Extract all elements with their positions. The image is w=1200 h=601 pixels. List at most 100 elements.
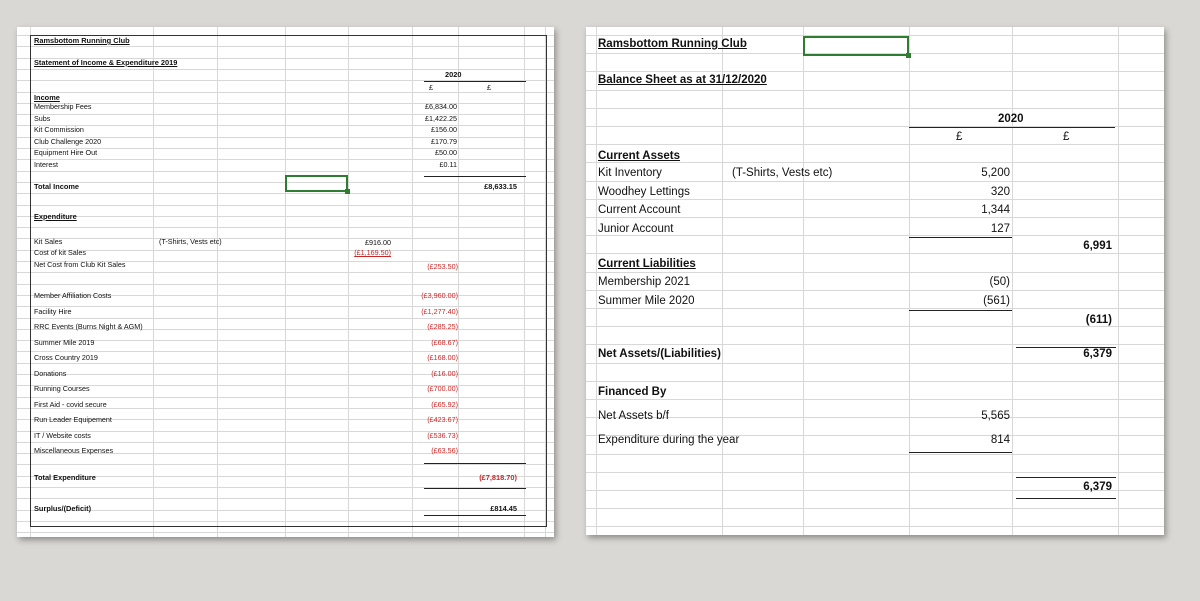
final-bottom-rule — [1016, 498, 1116, 499]
expense-row-label: First Aid - covid secure — [34, 399, 107, 409]
asset-row-label: Kit Inventory — [598, 167, 662, 179]
grid-row-line — [17, 227, 554, 228]
grid-row-line — [17, 284, 554, 285]
liability-row-label: Summer Mile 2020 — [598, 294, 695, 307]
expenditure-heading: Expenditure — [34, 212, 77, 221]
income-row-label: Membership Fees — [34, 102, 92, 111]
income-total-rule — [424, 176, 526, 177]
expense-row-value: (£63.56) — [431, 446, 458, 455]
grid-row-line — [17, 318, 554, 319]
grid-row-line — [17, 374, 554, 375]
financed-by-heading: Financed By — [598, 386, 667, 398]
grid-row-line — [17, 340, 554, 341]
grid-row-line — [17, 216, 554, 217]
grid-row-line — [17, 397, 554, 398]
current-assets-total: 6,991 — [1083, 240, 1112, 252]
grid-row-line — [17, 351, 554, 352]
selected-cell[interactable] — [803, 36, 911, 58]
year-underline — [909, 127, 1115, 128]
expense-row-label: Donations — [34, 368, 67, 378]
grid-row-line — [17, 431, 554, 432]
surplus-label: Surplus/(Deficit) — [34, 504, 92, 513]
grid-row-line — [17, 193, 554, 194]
grid-row-line — [586, 235, 1164, 236]
grid-row-line — [586, 108, 1164, 109]
grid-row-line — [586, 381, 1164, 382]
income-row-label: Interest — [34, 159, 58, 169]
grid-row-line — [17, 205, 554, 206]
total-income-value: £8,633.15 — [484, 182, 517, 191]
income-row-value: £0.11 — [439, 159, 457, 169]
income-row-label: Subs — [34, 113, 51, 123]
expense-row-value: (£16.00) — [431, 368, 458, 378]
year-underline — [424, 81, 526, 82]
grid-row-line — [586, 399, 1164, 400]
grid-row-line — [586, 253, 1164, 254]
financed-subtotal-rule — [909, 452, 1012, 453]
grid-row-line — [17, 521, 554, 522]
expense-row-label: Run Leader Equipement — [34, 415, 112, 424]
grid-row-line — [586, 417, 1164, 418]
grid-row-line — [586, 472, 1164, 473]
grid-row-line — [17, 148, 554, 149]
cost-of-kit-value: (£1,169.50) — [354, 248, 391, 257]
statement-title: Statement of Income & Expenditure 2019 — [34, 58, 178, 67]
expense-row-label: Miscellaneous Expenses — [34, 446, 114, 455]
cost-of-kit-label: Cost of kit Sales — [34, 248, 86, 257]
expense-row-value: (£536.73) — [427, 430, 458, 440]
grid-column-line — [596, 27, 597, 535]
grid-row-line — [586, 454, 1164, 455]
expense-row-value: (£285.25) — [427, 322, 458, 331]
surplus-value: £814.45 — [490, 504, 517, 513]
grid-row-line — [17, 363, 554, 364]
expense-row-value: (£68.67) — [431, 337, 458, 347]
expense-row-label: Facility Hire — [34, 306, 72, 316]
surplus-underline — [424, 515, 526, 516]
expenditure-total-rule — [424, 463, 526, 464]
grid-row-line — [17, 532, 554, 533]
grid-row-line — [586, 272, 1164, 273]
kit-sales-note: (T-Shirts, Vests etc) — [159, 237, 222, 246]
total-expenditure-value: (£7,818.70) — [479, 473, 517, 482]
asset-row-value: 1,344 — [981, 204, 1010, 216]
asset-row-value: 127 — [990, 222, 1010, 235]
income-row-value: £170.79 — [431, 136, 457, 146]
grid-column-line — [1118, 27, 1119, 535]
liability-row-value: (50) — [989, 276, 1010, 288]
grid-row-line — [586, 344, 1164, 345]
grid-row-line — [17, 92, 554, 93]
grid-row-line — [17, 125, 554, 126]
grid-row-line — [586, 181, 1164, 182]
grid-row-line — [586, 217, 1164, 218]
kit-sales-label: Kit Sales — [34, 237, 63, 246]
kit-sales-value: £916.00 — [365, 238, 391, 247]
income-row-value: £6,834.00 — [425, 102, 457, 111]
net-assets-label: Net Assets/(Liabilities) — [598, 348, 721, 360]
grid-row-line — [17, 159, 554, 160]
current-assets-heading: Current Assets — [598, 150, 681, 162]
selected-cell[interactable] — [285, 175, 350, 194]
grid-row-line — [17, 46, 554, 47]
grid-row-line — [17, 250, 554, 251]
grid-row-line — [586, 308, 1164, 309]
grid-row-line — [17, 238, 554, 239]
balance-sheet-title: Balance Sheet as at 31/12/2020 — [598, 74, 767, 86]
current-liabilities-heading: Current Liabilities — [598, 258, 696, 270]
grid-row-line — [586, 363, 1164, 364]
income-row-label: Club Challenge 2020 — [34, 136, 102, 146]
expense-row-label: Running Courses — [34, 384, 90, 393]
expense-row-value: (£1,277.40) — [421, 306, 458, 316]
club-name: Ramsbottom Running Club — [34, 36, 130, 45]
expense-row-value: (£168.00) — [427, 353, 458, 362]
expense-row-label: RRC Events (Burns Night & AGM) — [34, 322, 143, 331]
net-cost-kit-label: Net Cost from Club Kit Sales — [34, 260, 126, 269]
expense-row-label: Member Affiliation Costs — [34, 291, 112, 300]
grid-column-line — [909, 27, 910, 535]
asset-row-label: Junior Account — [598, 222, 674, 235]
grid-row-line — [586, 90, 1164, 91]
grid-row-line — [586, 144, 1164, 145]
year-header: 2020 — [445, 70, 462, 79]
assets-subtotal-rule — [909, 237, 1012, 238]
grid-row-line — [17, 306, 554, 307]
expense-row-value: (£700.00) — [427, 384, 458, 393]
